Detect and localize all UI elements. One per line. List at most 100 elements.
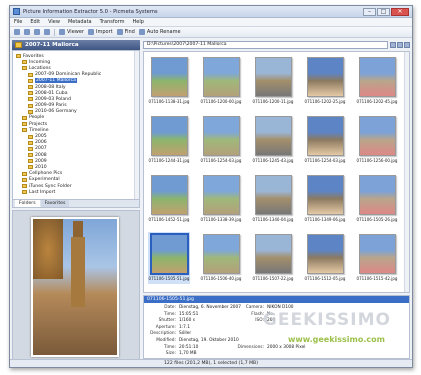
menu-edit[interactable]: Edit — [30, 19, 40, 25]
info-row: Shutter: 1/160 s — [158, 318, 195, 324]
back-icon[interactable] — [14, 29, 20, 35]
thumbnail-item[interactable]: 071106-1202-45.jpg — [356, 55, 398, 107]
tab-favorites[interactable]: Favorites — [40, 200, 70, 207]
folder-icon — [15, 42, 22, 48]
folder-icon — [22, 60, 27, 65]
thumbnail-item[interactable]: 071106-1138-31.jpg — [148, 55, 190, 107]
minimize-button[interactable]: – — [363, 7, 376, 16]
thumbnail-image — [255, 234, 292, 274]
thumbnail-item[interactable]: 071106-1505-51.jpg — [148, 232, 190, 284]
folder-icon — [28, 72, 33, 77]
left-tabs: Folders Favorites — [12, 200, 140, 208]
folder-icon — [22, 122, 27, 127]
close-button[interactable]: ✕ — [391, 7, 409, 16]
thumbnail-item[interactable]: 071106-1254-03.jpg — [200, 114, 242, 166]
view-details-icon[interactable] — [397, 41, 403, 48]
info-row: Date: Dienstag, 6. November 2007 — [164, 305, 242, 310]
tree-scrollbar[interactable] — [134, 51, 139, 199]
thumbnail-filename: 071106-1452-51.jpg — [148, 217, 190, 222]
thumbnail-item[interactable]: 071106-1452-51.jpg — [148, 173, 190, 225]
thumbnail-item[interactable]: 071106-1349-06.jpg — [304, 173, 346, 225]
maximize-button[interactable]: □ — [377, 7, 390, 16]
thumbnail-image — [255, 57, 292, 97]
folder-icon — [28, 134, 33, 139]
thumbnail-image — [151, 175, 188, 215]
info-row: Size: 1,70 MB — [165, 351, 197, 357]
app-icon — [13, 8, 20, 15]
tree-node[interactable]: Last Import — [13, 189, 139, 195]
thumbnail-filename: 071106-1200-00.jpg — [200, 99, 242, 104]
menu-help[interactable]: Help — [133, 19, 144, 25]
refresh-icon[interactable] — [44, 29, 50, 35]
info-row: Modified: Dienstag, 19. Oktober 2010 — [156, 338, 239, 343]
thumbnail-item[interactable]: 071106-1338-39.jpg — [200, 173, 242, 225]
folder-icon — [28, 165, 33, 170]
thumbnail-item[interactable]: 071106-1512-05.jpg — [304, 232, 346, 284]
app-window: Picture Information Extractor 5.0 - Picm… — [9, 5, 413, 368]
folder-icon — [28, 109, 33, 114]
thumbnail-image — [203, 234, 240, 274]
info-row: Dimensions: 2000 x 3008 Pixel — [237, 344, 306, 350]
thumbnail-item[interactable]: 071106-1202-25.jpg — [304, 55, 346, 107]
thumbnail-image — [359, 116, 396, 156]
menu-view[interactable]: View — [48, 19, 60, 25]
grid-scrollbar[interactable] — [404, 52, 409, 292]
thumbnail-item[interactable]: 071106-1507-22.jpg — [252, 232, 294, 284]
info-row: Description: Sóller — [150, 331, 192, 337]
title-bar: Picture Information Extractor 5.0 - Picm… — [10, 6, 412, 18]
view-list-icon[interactable] — [404, 41, 410, 48]
folder-icon — [28, 146, 33, 151]
thumbnail-image — [255, 175, 292, 215]
menu-transform[interactable]: Transform — [100, 19, 125, 25]
thumbnail-item[interactable]: 071106-1515-42.jpg — [356, 232, 398, 284]
thumbnail-image — [203, 175, 240, 215]
thumbnail-filename: 071106-1254-03.jpg — [304, 158, 346, 163]
thumbnail-image — [203, 116, 240, 156]
folder-icon — [28, 103, 33, 108]
thumbnail-item[interactable]: 071106-1505-26.jpg — [356, 173, 398, 225]
thumbnail-image — [359, 234, 396, 274]
forward-icon[interactable] — [24, 29, 30, 35]
thumbnail-item[interactable]: 071106-1200-00.jpg — [200, 55, 242, 107]
thumbnail-filename: 071106-1340-04.jpg — [252, 217, 294, 222]
thumbnail-item[interactable]: 071106-1256-00.jpg — [356, 114, 398, 166]
menu-file[interactable]: File — [14, 19, 22, 25]
thumbnail-filename: 071106-1245-43.jpg — [252, 158, 294, 163]
preview-image — [31, 217, 119, 357]
thumbnail-filename: 071106-1202-25.jpg — [304, 99, 346, 104]
thumbnail-item[interactable]: 071106-1506-40.jpg — [200, 232, 242, 284]
folder-icon — [22, 128, 27, 133]
thumbnail-image — [359, 57, 396, 97]
folder-icon — [22, 171, 27, 176]
thumbnail-filename: 071106-1254-03.jpg — [200, 158, 242, 163]
menu-metadata[interactable]: Metadata — [68, 19, 92, 25]
folder-icon — [28, 153, 33, 158]
find-button[interactable]: Find — [116, 29, 135, 35]
import-icon — [88, 29, 94, 35]
thumbnail-item[interactable]: 071106-1245-43.jpg — [252, 114, 294, 166]
thumbnail-filename: 071106-1138-31.jpg — [148, 99, 190, 104]
view-thumbnails-icon[interactable] — [390, 41, 396, 48]
address-field[interactable]: D:\Pictures\2007\2007-11 Mallorca — [143, 40, 388, 49]
folder-icon — [22, 190, 27, 195]
folder-icon — [16, 54, 21, 59]
thumbnail-item[interactable]: 071106-1244-31.jpg — [148, 114, 190, 166]
up-icon[interactable] — [34, 29, 40, 35]
thumbnail-filename: 071106-1349-06.jpg — [304, 217, 346, 222]
folder-icon — [28, 159, 33, 164]
thumbnail-image — [359, 175, 396, 215]
thumbnail-filename: 071106-1244-31.jpg — [148, 158, 190, 163]
viewer-button[interactable]: Viewer — [59, 29, 84, 35]
thumbnail-item[interactable]: 071106-1340-04.jpg — [252, 173, 294, 225]
thumbnail-item[interactable]: 071106-1200-11.jpg — [252, 55, 294, 107]
thumbnail-filename: 071106-1200-11.jpg — [252, 99, 294, 104]
import-button[interactable]: Import — [88, 29, 113, 35]
folder-tree[interactable]: Favorites Incoming Locations 2007-09 Domini… — [12, 50, 140, 200]
folder-icon — [22, 66, 27, 71]
status-bar: 122 files (201,2 MB), 1 selected (1,7 MB… — [10, 359, 412, 367]
tab-folders[interactable]: Folders — [15, 200, 40, 207]
thumbnail-item[interactable]: 071106-1254-03.jpg — [304, 114, 346, 166]
folder-icon — [28, 140, 33, 145]
left-pane: 2007-11 Mallorca Favorites Incoming Locati… — [12, 40, 140, 362]
auto-rename-button[interactable]: Auto Rename — [138, 29, 181, 35]
